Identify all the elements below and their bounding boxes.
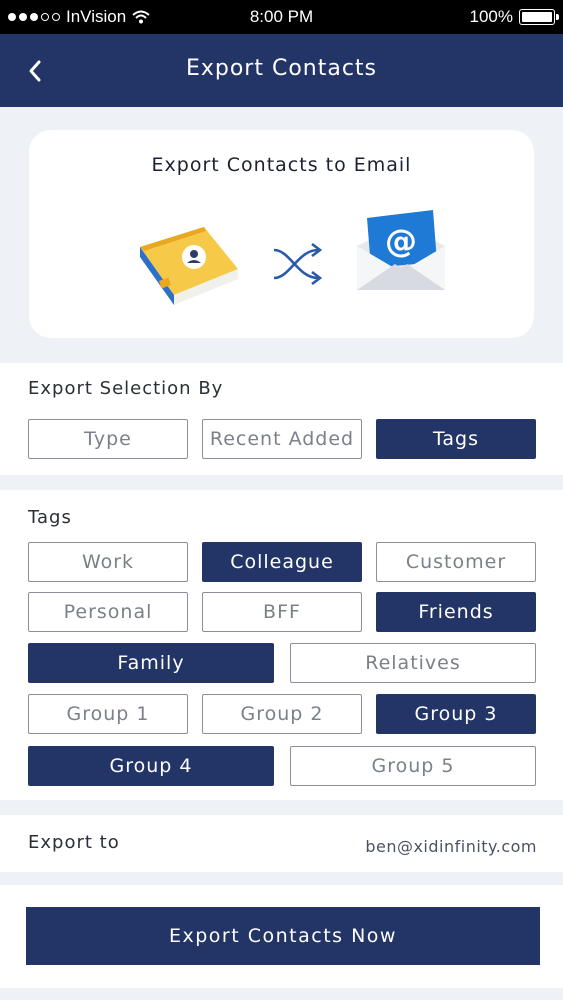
address-book-icon <box>140 227 238 305</box>
tags-label: Tags <box>28 507 72 528</box>
email-envelope-icon: @ <box>357 210 445 290</box>
tag-work[interactable]: Work <box>28 542 188 582</box>
hero-title: Export Contacts to Email <box>151 154 412 176</box>
status-right: 100% <box>469 7 559 27</box>
tag-family[interactable]: Family <box>28 643 274 683</box>
tag-customer[interactable]: Customer <box>376 542 536 582</box>
export-email-value: ben@xidinfinity.com <box>365 837 537 856</box>
tag-colleague[interactable]: Colleague <box>202 542 362 582</box>
export-to-label: Export to <box>28 832 120 853</box>
tag-group-3[interactable]: Group 3 <box>376 694 536 734</box>
hero-card: Export Contacts to Email @ <box>29 130 534 338</box>
tag-group-5[interactable]: Group 5 <box>290 746 536 786</box>
tag-personal[interactable]: Personal <box>28 592 188 632</box>
tag-group-1[interactable]: Group 1 <box>28 694 188 734</box>
battery-percent: 100% <box>469 7 513 26</box>
selection-label: Export Selection By <box>28 378 224 399</box>
tag-friends[interactable]: Friends <box>376 592 536 632</box>
selection-section: Export Selection By Type Recent Added Ta… <box>0 363 563 475</box>
selection-option-type[interactable]: Type <box>28 419 188 459</box>
tag-relatives[interactable]: Relatives <box>290 643 536 683</box>
battery-icon <box>519 9 559 25</box>
export-to-row[interactable]: Export to ben@xidinfinity.com <box>0 815 563 872</box>
page-title: Export Contacts <box>185 56 378 81</box>
shuffle-arrows-icon <box>273 242 323 286</box>
tag-group-4[interactable]: Group 4 <box>28 746 274 786</box>
status-bar: InVision 8:00 PM 100% <box>0 0 563 34</box>
svg-text:@: @ <box>385 222 417 260</box>
selection-option-tags[interactable]: Tags <box>376 419 536 459</box>
tag-bff[interactable]: BFF <box>202 592 362 632</box>
export-contacts-button[interactable]: Export Contacts Now <box>26 907 540 965</box>
tags-section: Tags Work Colleague Customer Personal BF… <box>0 490 563 800</box>
nav-bar: Export Contacts <box>0 34 563 107</box>
tag-group-2[interactable]: Group 2 <box>202 694 362 734</box>
selection-option-recent-added[interactable]: Recent Added <box>202 419 362 459</box>
